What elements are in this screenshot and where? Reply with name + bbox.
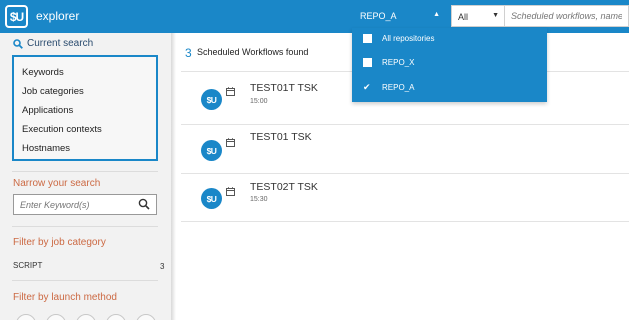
filter-hostnames[interactable]: Hostnames (22, 143, 70, 154)
results-count: 3 (185, 46, 192, 60)
keyword-search-box (13, 194, 157, 215)
workflow-time: 15:30 (250, 196, 268, 203)
launch-method-options (13, 311, 163, 320)
job-category-count: 3 (160, 262, 165, 271)
launch-method-option[interactable] (46, 314, 66, 320)
check-icon[interactable]: ✔ (363, 82, 372, 92)
caret-down-icon: ▼ (492, 12, 499, 19)
current-search-heading: Current search (13, 38, 93, 49)
calendar-icon (226, 187, 235, 196)
divider (12, 171, 158, 172)
launch-method-heading: Filter by launch method (13, 292, 117, 303)
search-icon (13, 38, 23, 49)
narrow-search-heading: Narrow your search (13, 178, 101, 189)
workflow-row[interactable]: $U TEST01 TSK (181, 124, 629, 174)
repository-option-repo-a[interactable]: ✔ REPO_A (363, 79, 414, 95)
keyword-input[interactable] (14, 195, 132, 214)
workflow-name[interactable]: TEST01T TSK (250, 82, 318, 94)
launch-method-option[interactable] (16, 314, 36, 320)
repository-select-value: REPO_A (360, 11, 397, 21)
status-select[interactable]: All ▼ (451, 5, 505, 27)
workflow-avatar-icon: $U (201, 140, 222, 161)
repository-option-label: REPO_A (382, 82, 415, 92)
divider (12, 280, 158, 281)
calendar-icon (226, 87, 235, 96)
current-search-filters: Keywords Job categories Applications Exe… (12, 55, 158, 161)
app-title: explorer (36, 9, 80, 23)
current-search-label: Current search (27, 38, 94, 49)
calendar-icon (226, 138, 235, 147)
repository-dropdown: All repositories REPO_X ✔ REPO_A (352, 28, 547, 102)
filter-job-categories[interactable]: Job categories (22, 86, 84, 97)
search-icon[interactable] (138, 198, 150, 210)
workflow-name[interactable]: TEST01 TSK (250, 131, 312, 143)
divider (12, 226, 158, 227)
repository-option-repo-x[interactable]: REPO_X (363, 54, 414, 70)
launch-method-option[interactable] (136, 314, 156, 320)
repository-option-label: REPO_X (382, 57, 415, 67)
checkbox[interactable] (363, 57, 372, 67)
filter-keywords[interactable]: Keywords (22, 67, 64, 78)
repository-select[interactable]: REPO_A ▲ (354, 5, 446, 27)
workflow-avatar-icon: $U (201, 188, 222, 209)
filter-execution-contexts[interactable]: Execution contexts (22, 124, 102, 135)
job-category-heading: Filter by job category (13, 237, 106, 248)
app-logo[interactable]: $U (5, 5, 28, 28)
launch-method-option[interactable] (106, 314, 126, 320)
repository-option-all[interactable]: All repositories (363, 30, 434, 46)
results-label: Scheduled Workflows found (197, 47, 309, 57)
status-select-value: All (458, 12, 469, 22)
checkbox[interactable] (363, 33, 372, 43)
divider (181, 221, 629, 222)
filter-applications[interactable]: Applications (22, 105, 73, 116)
launch-method-option[interactable] (76, 314, 96, 320)
sidebar: Current search Keywords Job categories A… (0, 33, 171, 320)
workflow-time: 15:00 (250, 98, 268, 105)
workflow-search-input[interactable] (505, 5, 629, 27)
workflow-row[interactable]: $U TEST02T TSK 15:30 (181, 173, 629, 223)
app-root: $U explorer REPO_A ▲ All ▼ Current searc… (0, 0, 629, 320)
repository-option-label: All repositories (382, 33, 435, 43)
workflow-name[interactable]: TEST02T TSK (250, 181, 318, 193)
workflow-avatar-icon: $U (201, 89, 222, 110)
caret-up-icon: ▲ (433, 11, 440, 18)
job-category-item[interactable]: SCRIPT (13, 261, 42, 270)
